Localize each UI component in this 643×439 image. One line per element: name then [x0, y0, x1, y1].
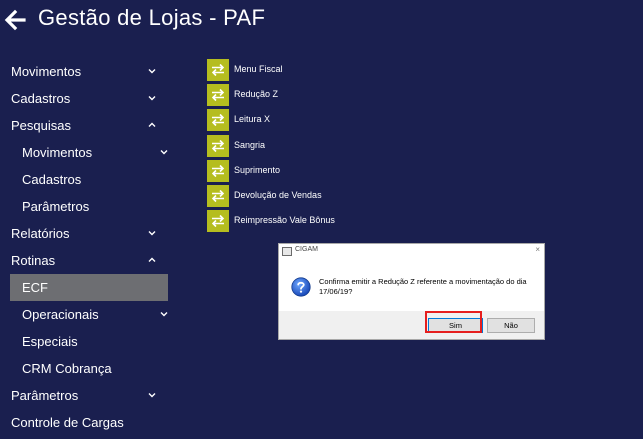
sidebar-item-crm-cobranca[interactable]: CRM Cobrança	[0, 355, 175, 382]
back-arrow-icon[interactable]	[3, 8, 27, 32]
sidebar-item-label: Movimentos	[22, 145, 93, 160]
sidebar-item-movimentos[interactable]: Movimentos	[0, 139, 175, 166]
chevron-down-icon	[148, 393, 156, 398]
dialog-titlebar: CIGAM ×	[279, 244, 544, 258]
no-button[interactable]: Não	[487, 318, 535, 333]
sidebar-item-label: Parâmetros	[22, 199, 90, 214]
chevron-up-icon	[148, 122, 156, 127]
sidebar-item-ecf[interactable]: ECF	[10, 274, 168, 301]
sidebar-item-label: CRM Cobrança	[22, 361, 112, 376]
sidebar-nav: Movimentos Cadastros Pesquisas Movimentos Ca…	[0, 58, 175, 436]
action-label: Suprimento	[234, 164, 281, 175]
sidebar-item-parametros[interactable]: Parâmetros	[0, 382, 175, 409]
yes-button[interactable]: Sim	[428, 318, 483, 333]
sidebar-item-label: Especiais	[22, 334, 78, 349]
sidebar-item-label: Cadastros	[22, 172, 82, 187]
action-label: Leitura X	[234, 114, 271, 125]
close-icon[interactable]: ×	[535, 245, 540, 254]
sidebar-item-pesquisas[interactable]: Pesquisas	[0, 112, 175, 139]
sidebar-item-controle-de-cargas[interactable]: Controle de Cargas	[0, 409, 175, 436]
chevron-down-icon	[160, 150, 168, 155]
swap-arrows-icon	[207, 109, 229, 132]
sidebar-item-label: Pesquisas	[11, 118, 71, 133]
swap-arrows-icon	[207, 184, 229, 207]
app-header: Gestão de Lojas - PAF	[0, 0, 643, 40]
dialog-title: CIGAM	[295, 246, 318, 253]
sidebar-item-parametros[interactable]: Parâmetros	[0, 193, 175, 220]
page-title: Gestão de Lojas - PAF	[38, 5, 266, 30]
action-label: Redução Z	[234, 89, 279, 100]
chevron-down-icon	[148, 69, 156, 74]
action-label: Devolução de Vendas	[234, 189, 322, 200]
swap-arrows-icon	[207, 59, 229, 81]
sidebar-item-label: Movimentos	[11, 64, 82, 79]
sidebar-item-label: ECF	[22, 280, 48, 295]
swap-arrows-icon	[207, 159, 229, 182]
sidebar-item-label: Controle de Cargas	[11, 415, 124, 430]
swap-arrows-icon	[207, 210, 229, 233]
sidebar-item-label: Parâmetros	[11, 388, 79, 403]
sidebar-item-especiais[interactable]: Especiais	[0, 328, 175, 355]
sidebar-item-label: Operacionais	[22, 307, 99, 322]
action-label: Reimpressão Vale Bônus	[234, 215, 335, 226]
chevron-up-icon	[148, 257, 156, 262]
sidebar-item-movimentos[interactable]: Movimentos	[0, 58, 175, 85]
action-label: Menu Fiscal	[234, 64, 283, 74]
sidebar-item-label: Cadastros	[11, 91, 71, 106]
sidebar-item-cadastros[interactable]: Cadastros	[0, 166, 175, 193]
dialog-button-bar: Sim Não	[279, 311, 544, 339]
sidebar-item-rotinas[interactable]: Rotinas	[0, 247, 175, 274]
confirm-dialog: CIGAM × Confirma emitir a Redução Z refe…	[278, 243, 545, 340]
sidebar-item-label: Rotinas	[11, 253, 56, 268]
window-icon	[282, 247, 292, 256]
dialog-body: Confirma emitir a Redução Z referente a …	[279, 258, 544, 311]
sidebar-item-relatorios[interactable]: Relatórios	[0, 220, 175, 247]
question-icon	[291, 277, 311, 297]
action-label: Sangria	[234, 139, 266, 150]
dialog-message: Confirma emitir a Redução Z referente a …	[319, 277, 527, 296]
swap-arrows-icon	[207, 134, 229, 157]
sidebar-item-cadastros[interactable]: Cadastros	[0, 85, 175, 112]
sidebar-item-operacionais[interactable]: Operacionais	[0, 301, 175, 328]
swap-arrows-icon	[207, 84, 229, 107]
chevron-down-icon	[160, 312, 168, 317]
sidebar-item-label: Relatórios	[11, 226, 70, 241]
chevron-down-icon	[148, 231, 156, 236]
chevron-down-icon	[148, 96, 156, 101]
